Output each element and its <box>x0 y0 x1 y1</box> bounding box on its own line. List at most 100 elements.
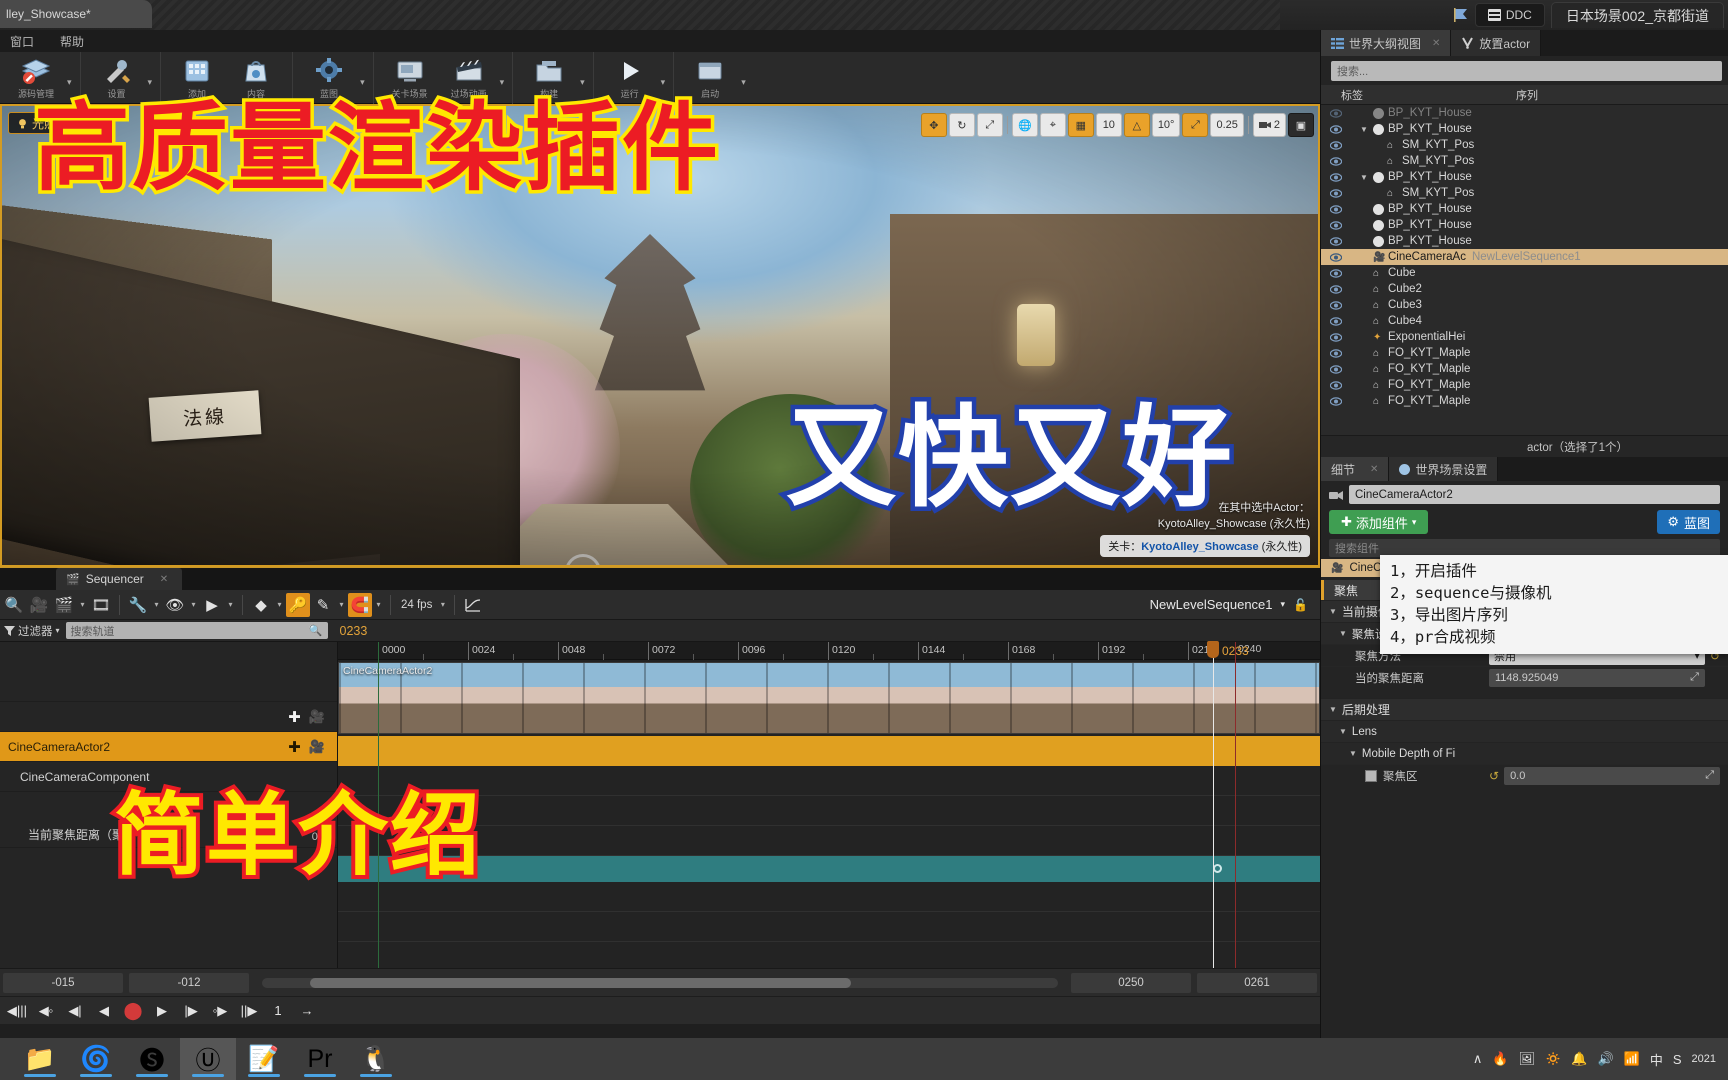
toolbar-add-button[interactable]: 添加 <box>169 56 225 100</box>
list-item[interactable]: ⌂ Cube2 <box>1321 281 1728 297</box>
chevron-down-icon[interactable]: ▾ <box>437 600 448 609</box>
auto-key-icon[interactable]: 🔑 <box>286 592 310 617</box>
playhead-line[interactable] <box>1213 642 1214 982</box>
visibility-eye-icon[interactable] <box>1329 332 1342 343</box>
grid-size-field[interactable]: 10 <box>1095 113 1122 137</box>
open-blueprint-button[interactable]: ⚙ 蓝图 <box>1657 510 1720 534</box>
list-item[interactable]: ✦ ExponentialHei <box>1321 329 1728 345</box>
qq-icon[interactable]: 🐧 <box>348 1038 404 1080</box>
close-icon[interactable]: ✕ <box>160 574 168 585</box>
view-options-icon[interactable]: 👁 <box>163 593 187 617</box>
tray-image-icon[interactable]: 🖼 <box>1519 1051 1536 1067</box>
list-item[interactable]: BP_KYT_House <box>1321 105 1728 121</box>
chevron-down-icon[interactable]: ▾ <box>336 600 347 609</box>
file-explorer-icon[interactable]: 📁 <box>12 1038 68 1080</box>
search-icon[interactable]: 🔍 <box>2 593 26 617</box>
loop-button[interactable]: 1 <box>265 1000 291 1022</box>
record-button[interactable]: ⬤ <box>120 1000 146 1022</box>
tray-ime-icon[interactable]: 中 <box>1650 1050 1663 1069</box>
add-track-icon[interactable]: ✚ <box>288 708 301 726</box>
list-item-selected-cine-camera[interactable]: 🎥 CineCameraAc NewLevelSequence1 <box>1321 249 1728 265</box>
step-forward-button[interactable]: |▶ <box>178 1000 204 1022</box>
expand-arrows-icon[interactable]: ⤢ <box>1705 769 1714 782</box>
visibility-eye-icon[interactable] <box>1329 268 1342 279</box>
property-group-lens[interactable]: ▼ Lens <box>1321 720 1728 742</box>
level-viewport[interactable]: 法線 法線 光照 ✥ ↻ ⤢ 🌐 ⌖ ▦ 10 △ 10° ⤢ 0.25 2 <box>0 104 1320 567</box>
list-item[interactable]: ⌂ Cube4 <box>1321 313 1728 329</box>
keyframe-marker[interactable] <box>1213 864 1222 873</box>
tray-bell-icon[interactable]: 🔔 <box>1571 1051 1587 1067</box>
list-item[interactable]: BP_KYT_House <box>1321 217 1728 233</box>
visibility-eye-icon[interactable] <box>1329 396 1342 407</box>
chevron-down-icon[interactable]: ▾ <box>225 600 236 609</box>
track-row-cine-camera-actor[interactable]: CineCameraActor2 ✚ 🎥 <box>0 732 337 762</box>
curve-edit-icon[interactable]: ✎ <box>311 593 335 617</box>
expand-arrow[interactable]: ▼ <box>1360 173 1369 182</box>
tray-expand-icon[interactable]: ∧ <box>1473 1051 1483 1067</box>
toolbar-cinematics-button[interactable]: 关卡场景 <box>382 56 438 100</box>
list-item[interactable]: ⌂ FO_KYT_Maple <box>1321 393 1728 409</box>
tab-world-settings[interactable]: 世界场景设置 <box>1389 457 1499 481</box>
actor-name-input[interactable]: CineCameraActor2 <box>1349 485 1720 504</box>
playback-range-button[interactable]: → <box>294 1000 320 1022</box>
visibility-eye-icon[interactable] <box>1329 252 1342 263</box>
visibility-eye-icon[interactable] <box>1329 140 1342 151</box>
scale-size-field[interactable]: 0.25 <box>1210 113 1244 137</box>
timecode-in-field[interactable]: -015 <box>3 972 123 993</box>
jump-to-end-button[interactable]: ||▶ <box>236 1000 262 1022</box>
premiere-pro-icon[interactable]: Pr <box>292 1038 348 1080</box>
project-tab[interactable]: lley_Showcase* <box>0 0 152 28</box>
list-item[interactable]: BP_KYT_House <box>1321 233 1728 249</box>
visibility-eye-icon[interactable] <box>1329 364 1342 375</box>
track-row-cine-camera-component[interactable]: CineCameraComponent <box>0 762 337 792</box>
scrollbar-thumb[interactable] <box>309 977 852 988</box>
track-row-add[interactable]: ✚ 🎥 <box>0 702 337 732</box>
visibility-eye-icon[interactable] <box>1329 124 1342 135</box>
next-key-button[interactable]: ◦▶ <box>207 1000 233 1022</box>
timeline-ruler[interactable]: 0000 0024 0048 0072 0096 0120 0144 0168 <box>338 642 1320 660</box>
snap-magnet-icon[interactable]: 🧲 <box>348 592 372 617</box>
visibility-eye-icon[interactable] <box>1329 172 1342 183</box>
visibility-eye-icon[interactable] <box>1329 348 1342 359</box>
scene-tab[interactable]: 日本场景002_京都街道 <box>1550 2 1724 28</box>
chevron-down-icon-3[interactable]: ▾ <box>360 77 365 88</box>
close-icon[interactable]: ✕ <box>1432 38 1440 49</box>
angle-snap-toggle[interactable]: △ <box>1123 113 1150 137</box>
expand-arrows-icon[interactable]: ⤢ <box>1690 671 1699 684</box>
reset-icon[interactable]: ↺ <box>1489 769 1499 783</box>
chevron-down-icon[interactable]: ▾ <box>151 600 162 609</box>
chevron-down-icon[interactable]: ▾ <box>77 600 88 609</box>
world-space-button[interactable]: 🌐 <box>1011 113 1038 137</box>
curve-editor-icon[interactable] <box>461 593 485 617</box>
playhead-handle[interactable] <box>1207 641 1219 658</box>
render-movie-icon[interactable]: 🎞 <box>89 593 113 617</box>
toolbar-blueprint-button[interactable]: 蓝图 <box>301 56 357 100</box>
timeline-scrollbar[interactable] <box>262 977 1058 988</box>
visibility-eye-icon[interactable] <box>1329 188 1342 199</box>
chevron-down-icon-5[interactable]: ▾ <box>580 77 585 88</box>
chevron-down-icon-4[interactable]: ▾ <box>500 77 505 88</box>
timecode-end-field[interactable]: 0261 <box>1197 972 1317 993</box>
grid-snap-toggle[interactable]: ▦ <box>1067 113 1094 137</box>
substance-icon[interactable]: 🅢 <box>124 1038 180 1080</box>
lock-icon[interactable]: 🔓 <box>1293 598 1308 612</box>
tray-network-icon[interactable]: 📶 <box>1624 1051 1640 1067</box>
scale-mode-button[interactable]: ⤢ <box>976 113 1003 137</box>
property-group-post-process[interactable]: ▼ 后期处理 <box>1321 698 1728 720</box>
settings-wrench-icon[interactable]: 🔧 <box>126 593 150 617</box>
rotate-mode-button[interactable]: ↻ <box>948 113 975 137</box>
chevron-down-icon[interactable]: ▾ <box>67 77 72 88</box>
tab-sequencer[interactable]: 🎬 Sequencer ✕ <box>56 568 183 590</box>
list-item[interactable]: ⌂ SM_KYT_Pos <box>1321 153 1728 169</box>
toolbar-play-button[interactable]: 运行 <box>602 56 658 100</box>
list-item[interactable]: ▼ BP_KYT_House <box>1321 169 1728 185</box>
chevron-down-icon-7[interactable]: ▾ <box>741 77 746 88</box>
create-camera-icon[interactable]: 🎥 <box>27 593 51 617</box>
blender-icon[interactable]: 🌀 <box>68 1038 124 1080</box>
play-button[interactable]: ▶ <box>149 1000 175 1022</box>
previous-key-button[interactable]: ◀◦ <box>33 1000 59 1022</box>
list-item[interactable]: ⌂ FO_KYT_Maple <box>1321 345 1728 361</box>
camera-film-track[interactable]: CineCameraActor2 <box>338 662 1320 734</box>
maximize-viewport-button[interactable]: ▣ <box>1288 113 1314 137</box>
list-item[interactable]: ⌂ Cube <box>1321 265 1728 281</box>
